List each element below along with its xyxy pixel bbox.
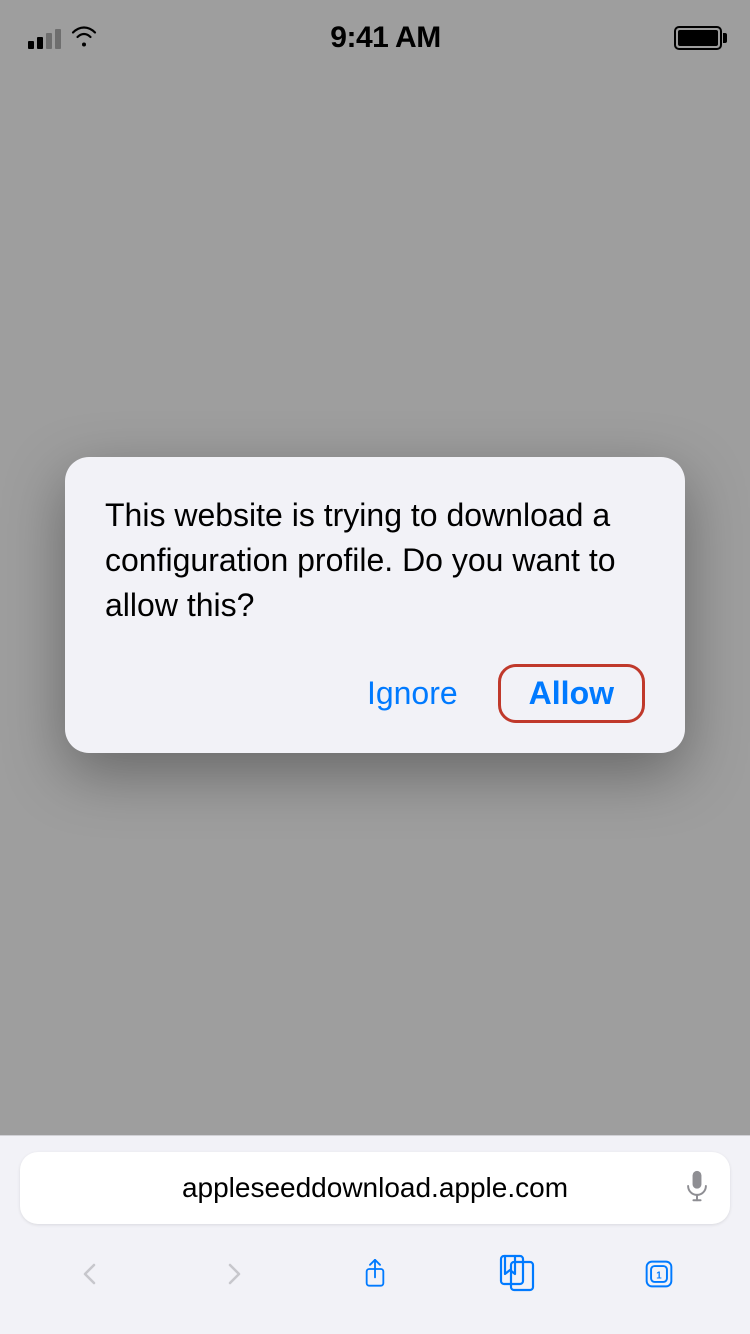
wifi-icon [71, 25, 97, 52]
nav-bar: 1 [0, 1234, 750, 1334]
browser-bottom-bar: appleseeddownload.apple.com [0, 1135, 750, 1334]
signal-icon [28, 27, 61, 49]
back-button[interactable] [51, 1244, 131, 1304]
svg-text:1: 1 [656, 1270, 662, 1281]
battery-icon [674, 26, 722, 50]
status-right [674, 26, 722, 50]
forward-button[interactable] [193, 1244, 273, 1304]
ignore-button[interactable]: Ignore [367, 675, 458, 712]
permission-dialog: This website is trying to download a con… [65, 457, 685, 752]
address-text: appleseeddownload.apple.com [182, 1172, 568, 1204]
battery-fill [678, 30, 718, 46]
allow-button[interactable]: Allow [529, 675, 614, 712]
dialog-overlay: This website is trying to download a con… [0, 0, 750, 1150]
status-left [28, 25, 97, 52]
status-bar: 9:41 AM [0, 0, 750, 64]
dialog-actions: Ignore Allow [105, 664, 645, 723]
microphone-icon[interactable] [684, 1170, 710, 1207]
allow-button-wrapper: Allow [498, 664, 645, 723]
bookmarks-button[interactable] [477, 1244, 557, 1304]
address-bar-row: appleseeddownload.apple.com [0, 1136, 750, 1234]
status-time: 9:41 AM [330, 21, 440, 55]
share-button[interactable] [335, 1244, 415, 1304]
address-bar[interactable]: appleseeddownload.apple.com [20, 1152, 730, 1224]
tabs-button[interactable]: 1 [619, 1244, 699, 1304]
dialog-message: This website is trying to download a con… [105, 493, 645, 627]
